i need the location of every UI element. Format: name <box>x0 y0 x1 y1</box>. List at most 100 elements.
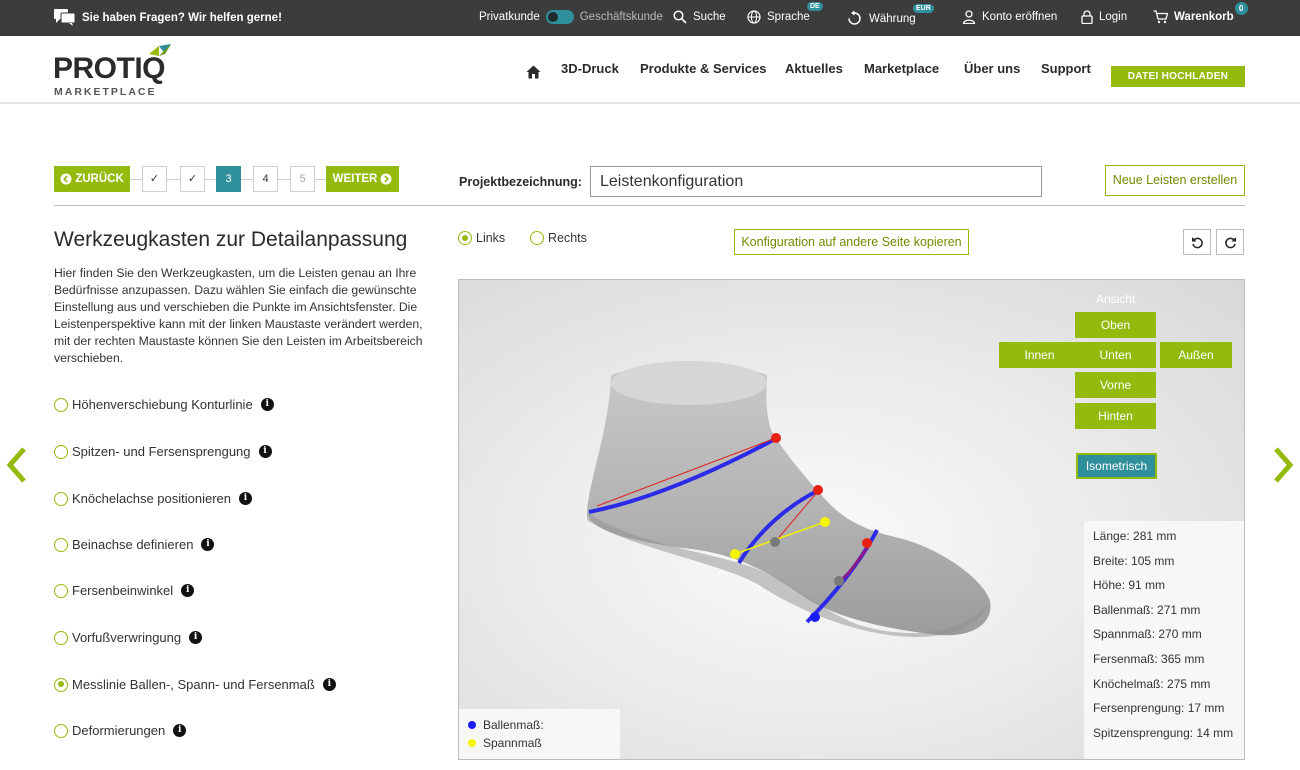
view-bottom-button[interactable]: Unten <box>1075 342 1156 368</box>
language-text: Sprache <box>767 11 810 23</box>
option-radio-selected[interactable] <box>54 677 68 692</box>
view-label: Ansicht <box>1096 292 1136 306</box>
undo-button[interactable] <box>1183 229 1211 255</box>
language-link[interactable]: Sprache DE <box>747 2 823 24</box>
measure-point-gray[interactable] <box>834 576 844 586</box>
nav-item-produkte[interactable]: Produkte & Services <box>640 61 766 76</box>
divider <box>54 205 1245 206</box>
measure-point-red[interactable] <box>813 485 823 495</box>
info-icon[interactable]: i <box>258 445 272 458</box>
view-isometric-button[interactable]: Isometrisch <box>1076 453 1157 479</box>
view-outside-button[interactable]: Außen <box>1160 342 1232 368</box>
option-radio[interactable] <box>54 444 68 459</box>
next-button[interactable]: WEITER <box>326 166 399 192</box>
register-label: Konto eröffnen <box>982 11 1058 23</box>
measure-point-gray[interactable] <box>770 537 780 547</box>
info-icon[interactable]: i <box>181 584 195 597</box>
currency-link[interactable]: Währung EUR <box>846 3 934 27</box>
option-label: Vorfußverwringung <box>72 630 182 645</box>
step-4[interactable]: 4 <box>253 166 278 192</box>
option-radio[interactable] <box>54 583 68 598</box>
upload-file-button[interactable]: DATEI HOCHLADEN <box>1111 66 1245 87</box>
measurement-spannmass: Spannmaß: 270 mm <box>1093 627 1202 642</box>
private-customer-label: Privatkunde <box>479 11 540 23</box>
view-front-button[interactable]: Vorne <box>1075 372 1156 398</box>
info-icon[interactable]: i <box>189 631 203 644</box>
option-messlinie[interactable]: Messlinie Ballen-, Spann- und Fersenmaß … <box>54 677 336 692</box>
project-name-label: Projektbezeichnung: <box>459 175 582 189</box>
chat-icon <box>54 9 76 26</box>
globe-icon <box>747 10 761 24</box>
redo-button[interactable] <box>1216 229 1244 255</box>
cart-text: Warenkorb <box>1174 11 1234 23</box>
info-icon[interactable]: i <box>201 538 215 551</box>
home-icon[interactable] <box>526 65 541 79</box>
nav-item-aktuelles[interactable]: Aktuelles <box>785 61 843 76</box>
chevron-left-icon[interactable] <box>2 445 32 485</box>
option-radio[interactable] <box>54 630 68 645</box>
side-links-radio[interactable] <box>458 231 472 245</box>
view-inside-button[interactable]: Innen <box>999 342 1080 368</box>
info-icon[interactable]: i <box>173 724 187 737</box>
customer-type-switch[interactable]: Privatkunde Geschäftskunde <box>479 10 663 24</box>
legend-item-spannmass: Spannmaß <box>468 734 620 752</box>
option-sprengung[interactable]: Spitzen- und Fersensprengung i <box>54 444 272 459</box>
side-rechts-radio[interactable] <box>530 231 544 245</box>
measurement-spitzensprengung: Spitzensprengung: 14 mm <box>1093 725 1234 740</box>
lock-icon <box>1081 10 1093 24</box>
option-vorfussverwringung[interactable]: Vorfußverwringung i <box>54 630 203 645</box>
measurements-panel: Länge: 281 mm Breite: 105 mm Höhe: 91 mm… <box>1084 521 1244 759</box>
search-label: Suche <box>693 11 726 23</box>
protiq-logo[interactable]: PROTIQ MARKETPLACE <box>53 44 178 98</box>
side-links-option[interactable]: Links <box>458 231 505 245</box>
nav-item-3d-druck[interactable]: 3D-Druck <box>561 61 619 76</box>
register-link[interactable]: Konto eröffnen <box>962 10 1057 24</box>
option-radio[interactable] <box>54 537 68 552</box>
measure-point-blue[interactable] <box>810 612 820 622</box>
measurement-fersensprengung: Fersenprengung: 17 mm <box>1093 701 1225 716</box>
view-back-button[interactable]: Hinten <box>1075 403 1156 429</box>
info-icon[interactable]: i <box>239 492 252 505</box>
business-customer-label: Geschäftskunde <box>579 11 663 23</box>
customer-toggle[interactable] <box>545 10 574 24</box>
measure-point-yellow[interactable] <box>730 549 740 559</box>
currency-badge: EUR <box>913 3 934 13</box>
measure-legend: Ballenmaß: Spannmaß <box>459 709 620 759</box>
measure-point-red[interactable] <box>771 433 781 443</box>
new-lasts-button[interactable]: Neue Leisten erstellen <box>1105 165 1245 196</box>
nav-item-support[interactable]: Support <box>1041 61 1091 76</box>
option-fersenbeinwinkel[interactable]: Fersenbeinwinkel i <box>54 583 195 598</box>
help-link[interactable]: Sie haben Fragen? Wir helfen gerne! <box>54 9 282 26</box>
step-5[interactable]: 5 <box>290 166 315 192</box>
step-3[interactable]: 3 <box>216 166 241 192</box>
step-2[interactable]: ✓ <box>180 166 205 192</box>
search-link[interactable]: Suche <box>673 10 726 24</box>
user-icon <box>962 10 976 24</box>
step-1[interactable]: ✓ <box>142 166 167 192</box>
option-label: Beinachse definieren <box>72 537 194 552</box>
option-deformierungen[interactable]: Deformierungen i <box>54 723 187 738</box>
measure-point-yellow[interactable] <box>820 517 830 527</box>
project-name-input[interactable]: Leistenkonfiguration <box>590 166 1042 197</box>
cart-link[interactable]: Warenkorb 0 <box>1153 2 1248 24</box>
info-icon[interactable]: i <box>260 398 274 411</box>
side-rechts-option[interactable]: Rechts <box>530 231 587 245</box>
copy-config-button[interactable]: Konfiguration auf andere Seite kopieren <box>734 229 969 255</box>
option-hoehenverschiebung[interactable]: Höhenverschiebung Konturlinie i <box>54 397 274 412</box>
nav-item-ueber-uns[interactable]: Über uns <box>964 61 1020 76</box>
option-radio[interactable] <box>54 723 68 738</box>
option-radio[interactable] <box>54 397 68 412</box>
view-top-button[interactable]: Oben <box>1075 312 1156 338</box>
3d-viewport[interactable]: Ansicht Oben Innen Unten Außen Vorne Hin… <box>458 279 1245 760</box>
option-label: Fersenbeinwinkel <box>72 583 174 598</box>
info-icon[interactable]: i <box>322 678 336 691</box>
chevron-right-icon[interactable] <box>1268 445 1298 485</box>
login-link[interactable]: Login <box>1081 10 1127 24</box>
undo-icon <box>1192 237 1203 249</box>
option-radio[interactable] <box>54 491 68 506</box>
option-knoechelachse[interactable]: Knöchelachse positionieren i <box>54 491 252 506</box>
back-button[interactable]: ZURÜCK <box>54 166 130 192</box>
nav-item-marketplace[interactable]: Marketplace <box>864 61 939 76</box>
measure-point-red[interactable] <box>862 538 872 548</box>
option-beinachse[interactable]: Beinachse definieren i <box>54 537 215 552</box>
